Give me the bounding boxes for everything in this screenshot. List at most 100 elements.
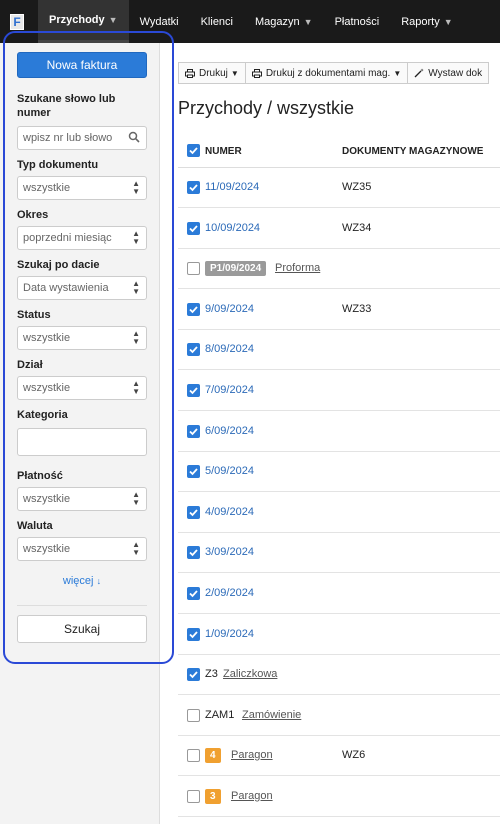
nav-wydatki[interactable]: Wydatki <box>129 0 190 43</box>
document-badge[interactable]: P1/09/2024 <box>205 261 267 276</box>
invoice-number-link[interactable]: 2/09/2024 <box>205 587 254 599</box>
checkmark-icon <box>189 306 198 314</box>
select-arrows-icon: ▲ ▼ <box>132 229 140 246</box>
invoice-number-link[interactable]: ZAM1 <box>205 709 234 721</box>
warehouse-doc-link[interactable]: WZ35 <box>342 181 371 193</box>
period-select[interactable]: poprzedni miesiąc ▲ ▼ <box>17 226 147 250</box>
nav-label: Przychody <box>49 14 105 26</box>
more-filters-link[interactable]: więcej ↓ <box>17 575 147 587</box>
new-invoice-button[interactable]: Nowa faktura <box>17 52 147 78</box>
invoice-number-link[interactable]: 10/09/2024 <box>205 222 260 234</box>
row-checkbox[interactable] <box>187 181 200 194</box>
search-input[interactable]: wpisz nr lub słowo <box>17 126 147 150</box>
search-button[interactable]: Szukaj <box>17 615 147 643</box>
status-select[interactable]: wszystkie ▲ ▼ <box>17 326 147 350</box>
document-badge[interactable]: 4 <box>205 748 221 763</box>
issue-document-button[interactable]: Wystaw dok <box>407 62 490 84</box>
table-row[interactable]: 10/09/2024 WZ34 <box>178 209 500 249</box>
currency-select[interactable]: wszystkie ▲ ▼ <box>17 537 147 561</box>
invoice-number-link[interactable]: 11/09/2024 <box>205 181 259 193</box>
row-checkbox[interactable] <box>187 506 200 519</box>
table-row[interactable]: 9/09/2024 WZ33 <box>178 290 500 330</box>
select-arrows-icon: ▲ ▼ <box>132 540 140 557</box>
issue-label: Wystaw dok <box>428 67 483 79</box>
doc-type-select[interactable]: wszystkie ▲ ▼ <box>17 176 147 200</box>
row-checkbox[interactable] <box>187 425 200 438</box>
row-checkbox[interactable] <box>187 465 200 478</box>
invoice-number-link[interactable]: 8/09/2024 <box>205 343 254 355</box>
document-type-link[interactable]: Paragon <box>231 749 273 761</box>
row-checkbox[interactable] <box>187 587 200 600</box>
select-arrows-icon: ▲ ▼ <box>132 329 140 346</box>
nav-magazyn[interactable]: Magazyn ▼ <box>244 0 324 43</box>
row-checkbox[interactable] <box>187 546 200 559</box>
table-row[interactable]: 11/09/2024 WZ35 <box>178 168 500 208</box>
table-row[interactable]: P1/09/2024 Proforma <box>178 249 500 289</box>
category-input[interactable] <box>17 428 147 456</box>
document-type-link[interactable]: Proforma <box>275 262 320 274</box>
checkmark-icon <box>189 631 198 639</box>
table-row[interactable]: 6/09/2024 <box>178 412 500 452</box>
row-checkbox[interactable] <box>187 709 200 722</box>
row-checkbox[interactable] <box>187 668 200 681</box>
invoice-number-link[interactable]: 5/09/2024 <box>205 465 254 477</box>
table-row[interactable]: 7/09/2024 <box>178 371 500 411</box>
checkmark-icon <box>189 428 198 436</box>
checkmark-icon <box>189 346 198 354</box>
search-placeholder: wpisz nr lub słowo <box>23 132 113 144</box>
date-filter-select[interactable]: Data wystawienia ▲ ▼ <box>17 276 147 300</box>
print-button[interactable]: Drukuj ▼ <box>178 62 246 84</box>
print-with-docs-button[interactable]: Drukuj z dokumentami mag. ▼ <box>244 62 409 84</box>
warehouse-doc-link[interactable]: WZ34 <box>342 222 371 234</box>
nav-przychody[interactable]: Przychody ▼ <box>38 0 129 43</box>
invoice-number-link[interactable]: 1/09/2024 <box>205 628 254 640</box>
table-row[interactable]: 4/09/2024 <box>178 493 500 533</box>
checkmark-icon <box>189 184 198 192</box>
row-checkbox[interactable] <box>187 628 200 641</box>
table-row[interactable]: 5/09/2024 <box>178 452 500 492</box>
row-checkbox[interactable] <box>187 222 200 235</box>
row-checkbox[interactable] <box>187 749 200 762</box>
nav-label: Raporty <box>401 15 440 28</box>
department-select[interactable]: wszystkie ▲ ▼ <box>17 376 147 400</box>
invoice-number-link[interactable]: Z3 <box>205 668 218 680</box>
document-type-link[interactable]: Zamówienie <box>242 709 301 721</box>
app-logo[interactable]: F <box>10 13 24 30</box>
row-checkbox[interactable] <box>187 790 200 803</box>
document-badge[interactable]: 3 <box>205 789 221 804</box>
warehouse-doc-link[interactable]: WZ6 <box>342 749 365 761</box>
nav-klienci[interactable]: Klienci <box>190 0 244 43</box>
invoice-number-link[interactable]: 7/09/2024 <box>205 384 254 396</box>
table-row[interactable]: ZAM1 Zamówienie <box>178 696 500 736</box>
invoice-number-link[interactable]: 6/09/2024 <box>205 425 254 437</box>
row-checkbox[interactable] <box>187 262 200 275</box>
date-filter-label: Szukaj po dacie <box>17 259 100 271</box>
row-checkbox[interactable] <box>187 303 200 316</box>
document-type-link[interactable]: Paragon <box>231 790 273 802</box>
table-row[interactable]: 4 Paragon WZ6 <box>178 736 500 776</box>
nav-label: Magazyn <box>255 15 300 28</box>
table-row[interactable]: 1/09/2024 <box>178 615 500 655</box>
checkmark-icon <box>189 225 198 233</box>
table-row[interactable]: 8/09/2024 <box>178 330 500 370</box>
payment-select[interactable]: wszystkie ▲ ▼ <box>17 487 147 511</box>
invoice-number-link[interactable]: 3/09/2024 <box>205 546 254 558</box>
table-row[interactable]: Z3 Zaliczkowa <box>178 655 500 695</box>
table-row[interactable]: 3 Paragon <box>178 777 500 817</box>
column-header-warehouse-docs[interactable]: DOKUMENTY MAGAZYNOWE <box>342 146 483 157</box>
column-header-number[interactable]: NUMER <box>205 146 242 157</box>
invoice-number-link[interactable]: 4/09/2024 <box>205 506 254 518</box>
search-icon[interactable] <box>128 131 140 143</box>
table-row[interactable]: 2/09/2024 <box>178 574 500 614</box>
nav-label: Wydatki <box>139 15 179 28</box>
checkmark-icon <box>189 671 198 679</box>
nav-raporty[interactable]: Raporty ▼ <box>390 0 463 43</box>
document-type-link[interactable]: Zaliczkowa <box>223 668 277 680</box>
select-all-checkbox[interactable] <box>187 144 200 157</box>
row-checkbox[interactable] <box>187 384 200 397</box>
row-checkbox[interactable] <box>187 343 200 356</box>
warehouse-doc-link[interactable]: WZ33 <box>342 303 371 315</box>
nav-platnosci[interactable]: Płatności <box>324 0 391 43</box>
table-row[interactable]: 3/09/2024 <box>178 533 500 573</box>
invoice-number-link[interactable]: 9/09/2024 <box>205 303 254 315</box>
